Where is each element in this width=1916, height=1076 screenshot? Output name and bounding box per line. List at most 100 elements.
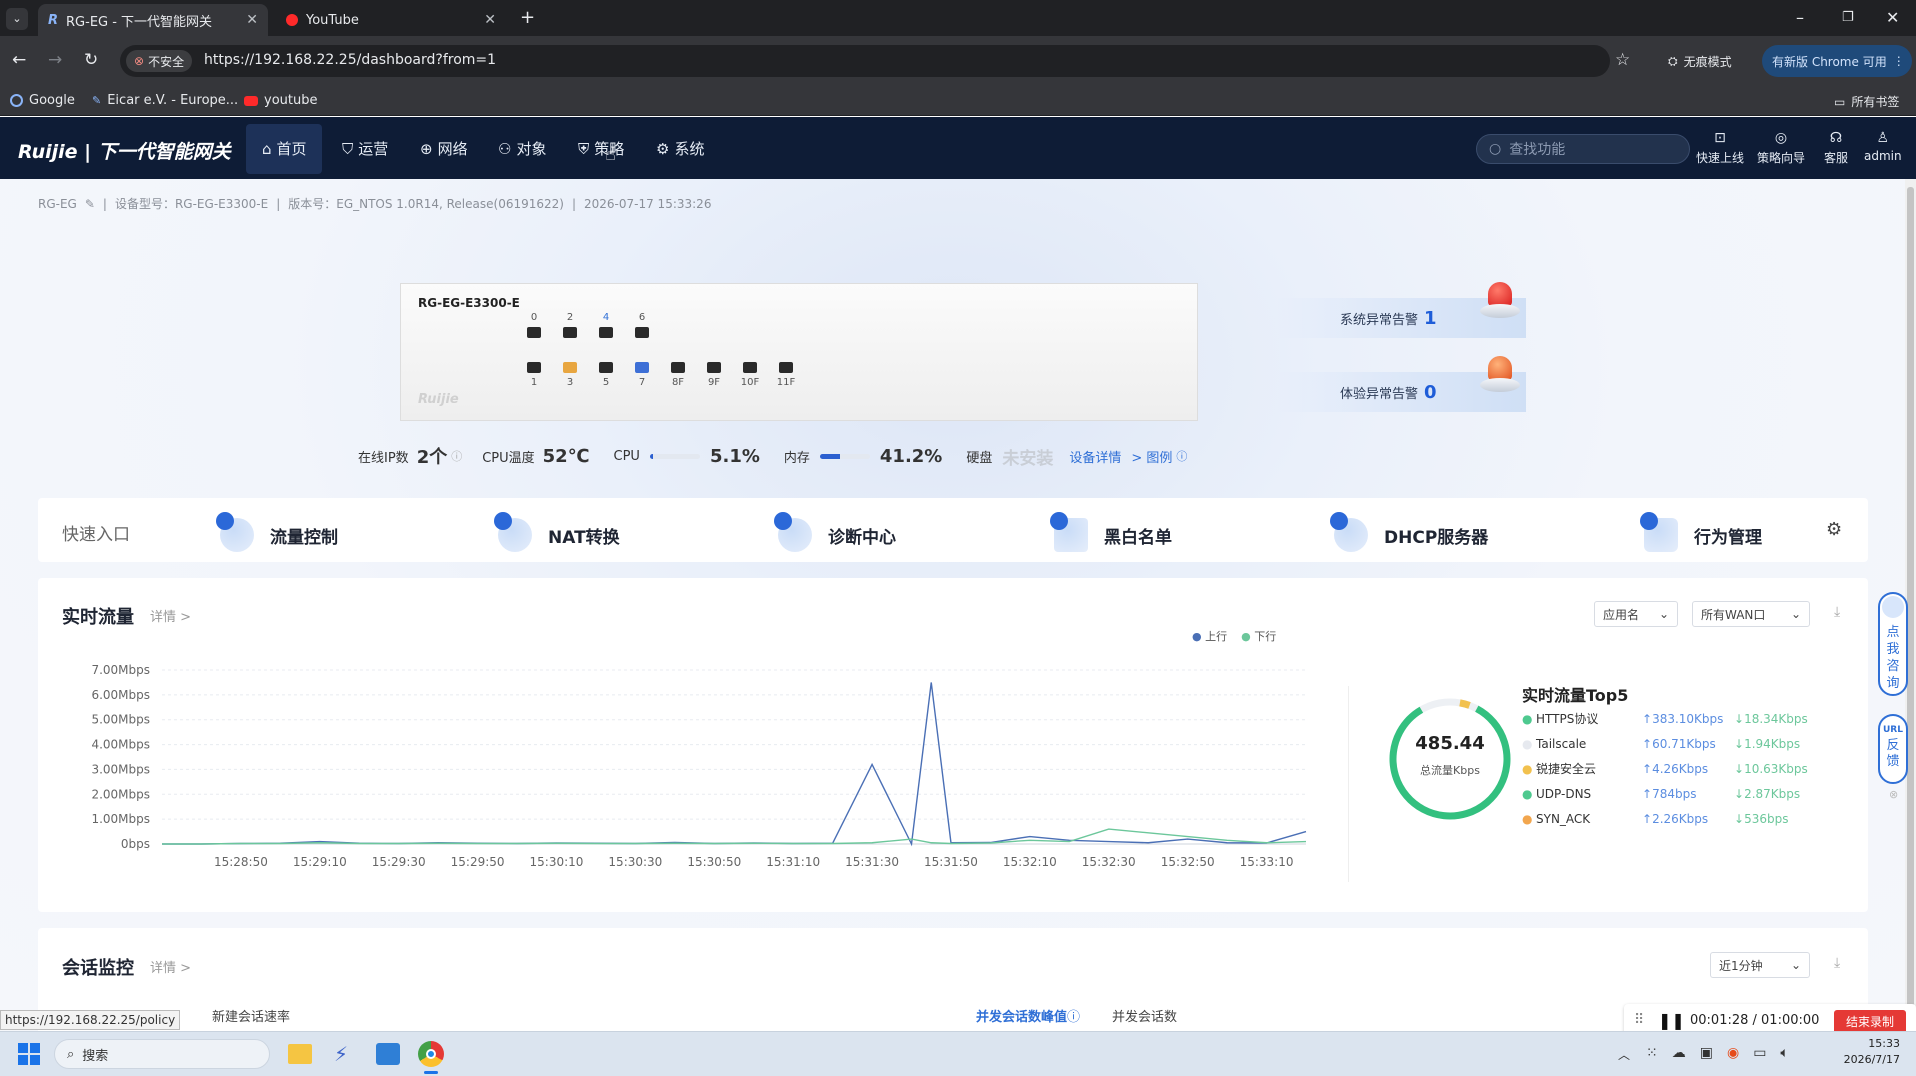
top5-row[interactable]: ● HTTPS协议 ↑383.10Kbps ↓18.34Kbps [1522, 706, 1822, 731]
close-float-icon[interactable]: ⊗ [1889, 788, 1898, 801]
app-logo[interactable]: Ruijie | 下一代智能网关 [18, 137, 231, 164]
port-9f[interactable]: 9F [704, 362, 724, 388]
top5-row[interactable]: ● UDP-DNS ↑784bps ↓2.87Kbps [1522, 781, 1822, 806]
update-chrome-button[interactable]: 有新版 Chrome 可用 ⋮ [1762, 45, 1912, 77]
port-3[interactable]: 3 [560, 362, 580, 388]
port-1[interactable]: 1 [524, 362, 544, 388]
quick-online-button[interactable]: ⊡ 快速上线 [1696, 130, 1744, 166]
traffic-detail-link[interactable]: 详情 > [150, 606, 191, 625]
reload-icon[interactable]: ↻ [84, 50, 98, 70]
menu-home[interactable]: ⌂ 首页 [262, 138, 307, 159]
bookmark-star-icon[interactable]: ☆ [1615, 50, 1630, 70]
port-4[interactable]: 4 [596, 312, 616, 338]
edit-icon[interactable]: ✎ [85, 197, 95, 211]
new-tab-button[interactable]: + [520, 7, 535, 28]
bookmark-label: Eicar e.V. - Europe... [107, 93, 239, 108]
port-5[interactable]: 5 [596, 362, 616, 388]
feedback-widget[interactable]: URL 反馈 [1878, 714, 1908, 784]
url-text[interactable]: https://192.168.22.25/dashboard?from=1 [204, 52, 496, 68]
quick-label: 行为管理 [1694, 527, 1762, 548]
peak-session-tab[interactable]: 并发会话数峰值ⓘ [976, 1006, 1080, 1025]
taskbar-clock[interactable]: 15:33 2026/7/17 [1840, 1036, 1900, 1068]
tab-list-button[interactable]: ⌄ [6, 8, 28, 30]
bookmark-eicar[interactable]: ✎ Eicar e.V. - Europe... [92, 93, 238, 108]
menu-object[interactable]: ⚇ 对象 [498, 138, 546, 159]
y-tick-label: 6.00Mbps [91, 688, 150, 702]
admin-button[interactable]: ♙ admin [1864, 130, 1902, 163]
consult-widget[interactable]: 点我咨询 [1878, 592, 1908, 696]
quick-dhcp[interactable]: DHCP服务器 [1330, 512, 1488, 552]
drag-handle-icon[interactable]: ⠿ [1634, 1012, 1644, 1028]
help-icon[interactable]: ⓘ [1176, 448, 1187, 464]
stats-row: 在线IP数 2个 ⓘ CPU温度 52℃ CPU 5.1% 内存 41.2% 硬… [358, 443, 1187, 469]
forward-icon[interactable]: → [48, 50, 62, 70]
device-detail-link[interactable]: 设备详情 [1069, 447, 1121, 466]
incognito-chip[interactable]: ⛭ 无痕模式 [1658, 46, 1742, 76]
scroll-thumb[interactable] [1907, 187, 1914, 1007]
port-2[interactable]: 2 [560, 312, 580, 338]
port-6[interactable]: 6 [632, 312, 652, 338]
time-range-select[interactable]: 近1分钟 ⌄ [1710, 952, 1810, 978]
menu-policy[interactable]: ⛨ 策略 [578, 138, 624, 159]
port-10f[interactable]: 10F [740, 362, 760, 388]
wan-select[interactable]: 所有WAN口 ⌄ [1692, 601, 1810, 627]
mem-label: 内存 [783, 450, 810, 466]
port-7[interactable]: 7 [632, 362, 652, 388]
top5-down: ↓1.94Kbps [1734, 736, 1801, 751]
quick-traffic-control[interactable]: 流量控制 [216, 512, 338, 552]
pause-icon[interactable]: ❚❚ [1658, 1011, 1685, 1030]
close-window-icon[interactable]: ✕ [1886, 8, 1899, 27]
tab-rg-eg[interactable]: R RG-EG - 下一代智能网关 ✕ [38, 4, 268, 36]
back-icon[interactable]: ← [12, 50, 26, 70]
quick-blacklist[interactable]: 黑白名单 [1050, 512, 1172, 552]
quick-behavior[interactable]: 行为管理 [1640, 512, 1762, 552]
download-icon[interactable]: ⤓ [1834, 604, 1840, 620]
total-traffic-donut[interactable] [1385, 694, 1515, 824]
bookmark-google[interactable]: Google [10, 93, 75, 108]
legend-down[interactable]: ● 下行 [1241, 628, 1276, 644]
function-search-input[interactable]: ○ 查找功能 [1476, 134, 1690, 164]
traffic-line-chart[interactable]: 7.00Mbps 6.00Mbps 5.00Mbps 4.00Mbps 3.00Mbps… [60, 654, 1320, 882]
remote-desktop-icon[interactable] [376, 1043, 400, 1065]
start-windows-icon[interactable] [18, 1043, 40, 1065]
minimize-icon[interactable]: – [1796, 8, 1804, 27]
quick-diagnosis[interactable]: 诊断中心 [774, 512, 896, 552]
device-panel[interactable]: RG-EG-E3300-E Ruijie 0 2 4 6 1 3 5 7 8F … [400, 283, 1198, 421]
top5-row[interactable]: ● Tailscale ↑60.71Kbps ↓1.94Kbps [1522, 731, 1822, 756]
menu-operation[interactable]: ⛉ 运营 [342, 138, 388, 159]
all-bookmarks[interactable]: ▭ 所有书签 [1834, 93, 1899, 110]
policy-wizard-button[interactable]: ◎ 策略向导 [1757, 130, 1805, 166]
tray-icons[interactable]: ⁙ ☁ ▣ ◉ ▭ 🔈︎ [1646, 1045, 1789, 1061]
chrome-icon[interactable] [418, 1041, 444, 1067]
tab-youtube[interactable]: YouTube ✕ [276, 4, 506, 36]
info-icon[interactable]: ⓘ [451, 448, 462, 464]
security-chip[interactable]: ⊗ 不安全 [126, 50, 193, 72]
feedback-label: 反馈 [1886, 738, 1900, 769]
support-button[interactable]: ☊ 客服 [1824, 130, 1848, 166]
restore-icon[interactable]: ❐ [1842, 10, 1854, 25]
concurrent-session-tab[interactable]: 并发会话数 [1112, 1006, 1177, 1025]
quick-nat[interactable]: NAT转换 [494, 512, 620, 552]
port-0[interactable]: 0 [524, 312, 544, 338]
legend-link[interactable]: > 图例 [1131, 447, 1172, 466]
top5-row[interactable]: ● SYN_ACK ↑2.26Kbps ↓536bps [1522, 806, 1822, 831]
legend-up[interactable]: ● 上行 [1192, 628, 1227, 644]
close-tab-icon[interactable]: ✕ [484, 12, 496, 28]
taskbar-search[interactable]: ⌕ 搜索 [54, 1039, 270, 1069]
app-name-select[interactable]: 应用名 ⌄ [1594, 601, 1678, 627]
file-explorer-icon[interactable] [288, 1044, 312, 1064]
port-11f[interactable]: 11F [776, 362, 796, 388]
app-icon[interactable]: ⚡ [334, 1042, 348, 1066]
menu-network[interactable]: ⊕ 网络 [420, 138, 468, 159]
session-detail-link[interactable]: 详情 > [150, 957, 191, 976]
port-8f[interactable]: 8F [668, 362, 688, 388]
close-tab-icon[interactable]: ✕ [246, 12, 258, 28]
top5-down: ↓18.34Kbps [1734, 711, 1808, 726]
session-download-icon[interactable]: ⤓ [1834, 955, 1840, 971]
bookmark-youtube[interactable]: youtube [244, 93, 317, 108]
top5-row[interactable]: ● 锐捷安全云 ↑4.26Kbps ↓10.63Kbps [1522, 756, 1822, 781]
menu-system[interactable]: ⚙ 系统 [656, 138, 704, 159]
tray-chevron-up-icon[interactable]: ︿ [1618, 1046, 1630, 1063]
new-session-rate-tab[interactable]: 新建会话速率 [212, 1006, 290, 1025]
quick-settings-gear-icon[interactable]: ⚙ [1826, 519, 1842, 540]
